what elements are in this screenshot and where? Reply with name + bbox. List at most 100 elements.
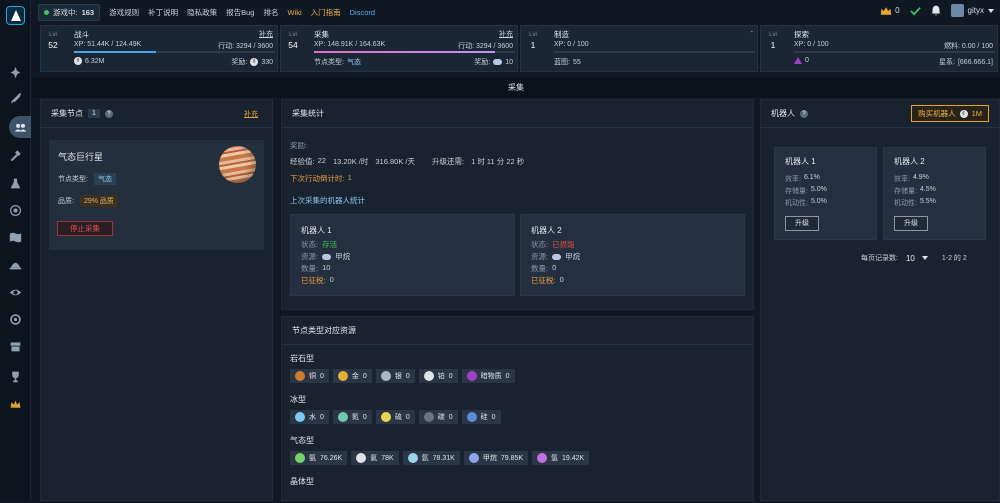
link-wiki[interactable]: Wiki [287, 8, 301, 17]
cap-label: 存储量: [894, 188, 917, 195]
qty-value: 10 [322, 263, 331, 272]
nav-gather-icon[interactable] [9, 116, 31, 138]
panel-header: 节点类型对应资源 [282, 317, 753, 345]
resource-name: 硫 [394, 414, 402, 421]
resource-chip[interactable]: 银0 [375, 369, 415, 383]
link-ranking[interactable]: 排名 [263, 7, 278, 18]
resource-chip[interactable]: 金0 [332, 369, 372, 383]
nav-shop-icon[interactable] [7, 338, 24, 355]
coin-icon: ¢ [250, 58, 259, 66]
resource-chip[interactable]: 氨 76.26K [290, 451, 348, 465]
resource-chip[interactable]: 铂0 [418, 369, 458, 383]
resource-chip[interactable]: 碳0 [418, 410, 458, 424]
per-page-select[interactable]: 10 [906, 254, 928, 263]
skill-card-crafting[interactable]: Lvl 1 制造 - XP: 0 / 100 蓝图: 55 [520, 25, 758, 72]
bell-icon[interactable] [931, 5, 941, 16]
resource-chip[interactable]: 暗物质 0 [461, 369, 515, 383]
link-patch-notes[interactable]: 补丁说明 [148, 7, 178, 18]
resource-amount: 0 [448, 372, 453, 380]
crown-count: 0 [895, 6, 900, 15]
status-value: 存活 [322, 240, 338, 249]
resource-amount: 0 [405, 372, 410, 380]
efficiency-row: 效率: 6.1% [785, 174, 820, 184]
skill-left-stat: ¢ 6.32M [74, 57, 104, 65]
upgrade-button[interactable]: 升级 [894, 216, 928, 231]
help-icon[interactable]: ? [800, 109, 808, 118]
nav-trophy-icon[interactable] [7, 368, 24, 385]
mob-label: 机动性: [785, 200, 808, 207]
resource-chip[interactable]: 氩 19.42K [532, 451, 590, 465]
left-rail [0, 0, 31, 501]
skill-actions: 行动: 3294 / 3600 [458, 43, 513, 50]
tax-value: 0 [559, 275, 564, 284]
mob-label: 机动性: [894, 200, 917, 207]
resource-chip[interactable]: 硅0 [461, 410, 501, 424]
panel-header: 采集统计 [282, 100, 753, 128]
link-report-bug[interactable]: 报告Bug [226, 7, 254, 18]
resource-group-title: 气态型 [290, 436, 314, 445]
skill-left-stat: 0 [794, 57, 809, 64]
node-type-label: 节点类型: [314, 59, 344, 66]
panel-title: 采集统计 [292, 109, 324, 118]
node-count-badge: 1 [88, 109, 100, 118]
resource-name: 铜 [309, 373, 316, 380]
skill-card-gathering[interactable]: Lvl 54 采集 补充 XP: 148.91K / 164.63K 行动: 32… [280, 25, 518, 72]
resource-chip[interactable]: 氮0 [332, 410, 372, 424]
nav-target-icon[interactable] [7, 202, 24, 219]
nav-hammer-icon[interactable] [7, 148, 24, 165]
resource-icon [423, 412, 434, 422]
resource-chip[interactable]: 甲烷 79.85K [463, 451, 529, 465]
guide-link[interactable]: 补充 [244, 109, 258, 119]
skill-guide-link[interactable]: 补充 [499, 29, 513, 39]
upgrade-button[interactable]: 升级 [785, 216, 819, 231]
fuel-status: 燃料: 0.00 / 100 [943, 43, 993, 50]
quality-label: 品质: [58, 198, 74, 205]
link-guide[interactable]: 入门指南 [311, 7, 341, 18]
resource-icon [537, 453, 548, 463]
status-label: 状态: [301, 240, 319, 249]
exp-per-day: 316.80K /天 [375, 157, 415, 166]
link-rules[interactable]: 游戏规则 [109, 7, 139, 18]
eff-label: 效率: [894, 176, 910, 183]
skill-card-explore[interactable]: Lvl 1 探索 XP: 0 / 100 燃料: 0.00 / 100 0 星系:… [760, 25, 998, 72]
buy-robot-button[interactable]: 购买机器人 ¢ 1M [911, 105, 989, 122]
resource-chip[interactable]: 水0 [290, 410, 329, 424]
skill-name: 探索 [794, 30, 809, 39]
tax-label: 已征税: [301, 276, 326, 285]
skill-name: 采集 [314, 30, 329, 39]
online-label: 游戏中: [53, 7, 78, 17]
nav-flask-icon[interactable] [7, 175, 24, 192]
resource-chip[interactable]: 氦 78K [351, 451, 399, 465]
resource-chip[interactable]: 氩 78.31K [402, 451, 460, 465]
crown-counter[interactable]: 0 [880, 6, 900, 16]
skill-card-combat[interactable]: Lvl 52 战斗 补充 XP: 51.44K / 124.49K 行动: 329… [40, 25, 278, 72]
exp-value: 22 [317, 156, 326, 165]
eff-value: 6.1% [803, 174, 820, 181]
skill-guide-link[interactable]: 补充 [259, 29, 273, 39]
nav-map-icon[interactable] [7, 229, 24, 246]
nav-combat-icon[interactable] [7, 64, 24, 81]
nav-eye-icon[interactable] [7, 284, 24, 301]
nav-dome-icon[interactable] [7, 256, 24, 273]
skill-right-stat: 奖励: 10 [474, 57, 513, 67]
cap-value: 5.0% [810, 186, 827, 193]
nav-cycle-icon[interactable] [7, 311, 24, 328]
user-menu[interactable]: gityx [950, 4, 994, 17]
resource-chip[interactable]: 硫0 [375, 410, 415, 424]
blueprint-value: 55 [572, 58, 581, 66]
resource-chip[interactable]: 铜0 [290, 369, 329, 383]
check-icon[interactable] [909, 6, 921, 16]
help-icon[interactable]: ? [104, 109, 113, 118]
resource-amount: 0 [405, 413, 410, 421]
level-label: Lvl [289, 32, 297, 38]
link-discord[interactable]: Discord [350, 8, 375, 17]
app-logo[interactable] [6, 6, 25, 25]
stop-gathering-button[interactable]: 停止采集 [57, 221, 113, 236]
link-privacy[interactable]: 隐私政策 [187, 7, 217, 18]
nav-crown-icon[interactable] [7, 396, 24, 413]
resource-icon [295, 453, 305, 463]
qty-value: 0 [552, 263, 557, 272]
skill-guide-link[interactable]: - [751, 29, 753, 36]
resource-icon [423, 371, 434, 381]
nav-rocket-icon[interactable] [7, 90, 24, 107]
